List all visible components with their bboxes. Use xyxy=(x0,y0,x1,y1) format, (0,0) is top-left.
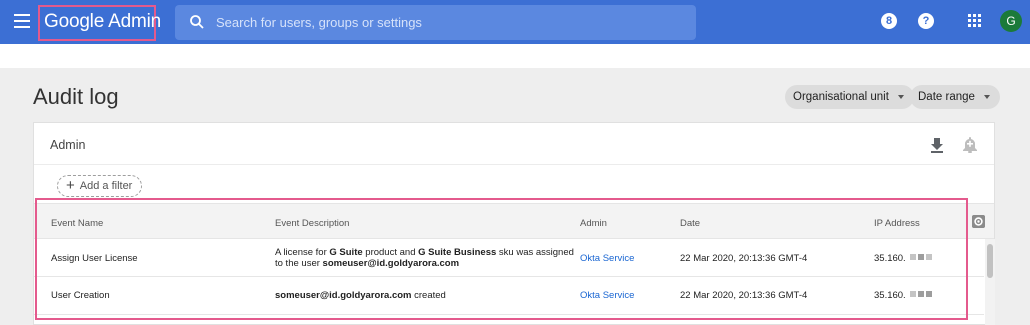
caret-down-icon xyxy=(897,94,904,99)
column-header-admin[interactable]: Admin xyxy=(580,218,607,229)
redaction-block xyxy=(926,254,933,260)
desc-bold-sku: G Suite Business xyxy=(418,247,497,258)
redaction-block xyxy=(910,254,917,260)
apps-grid-icon[interactable] xyxy=(968,14,982,28)
search-bar[interactable]: Search for users, groups or settings xyxy=(175,5,696,40)
date-cell: 22 Mar 2020, 20:13:36 GMT-4 xyxy=(680,253,808,264)
google-admin-logo[interactable]: Google Admin xyxy=(44,11,161,33)
table-header: Event Name Event Description Admin Date … xyxy=(34,203,994,239)
date-cell: 22 Mar 2020, 20:13:36 GMT-4 xyxy=(680,290,808,301)
desc-text: product and xyxy=(362,247,419,258)
search-icon xyxy=(190,15,204,29)
column-header-event-description[interactable]: Event Description xyxy=(275,218,349,229)
ip-address-text: 35.160. xyxy=(874,253,906,264)
download-icon[interactable] xyxy=(930,137,944,153)
alert-bell-icon[interactable] xyxy=(962,136,978,153)
organisational-unit-label: Organisational unit xyxy=(793,91,889,103)
add-filter-label: Add a filter xyxy=(79,180,133,192)
plus-icon: + xyxy=(66,177,75,194)
scrollbar-thumb[interactable] xyxy=(987,244,993,278)
date-range-label: Date range xyxy=(918,91,975,103)
card-title: Admin xyxy=(50,138,86,152)
desc-text: created xyxy=(411,290,446,301)
desc-text: A license for xyxy=(275,247,330,258)
ip-address-cell: 35.160. xyxy=(874,290,933,301)
redaction-block xyxy=(926,291,933,297)
redaction-block xyxy=(910,291,917,297)
search-input[interactable]: Search for users, groups or settings xyxy=(216,15,422,30)
event-name-cell: User Creation xyxy=(51,290,110,301)
desc-text: to the user xyxy=(275,258,323,269)
sub-header-strip xyxy=(0,44,1030,68)
audit-log-card: Admin + Add a filter Event Name Event Des… xyxy=(33,122,995,325)
help-icon[interactable]: ? xyxy=(918,13,934,29)
desc-bold-product: G Suite xyxy=(329,247,363,258)
account-avatar[interactable]: G xyxy=(1000,10,1022,32)
date-range-dropdown[interactable]: Date range xyxy=(910,85,1000,109)
desc-bold-user: someuser@id.goldyarora.com xyxy=(322,258,460,269)
hamburger-menu-icon[interactable] xyxy=(14,14,30,28)
column-header-event-name[interactable]: Event Name xyxy=(51,218,103,229)
event-description-cell: A license for G Suite product and G Suit… xyxy=(275,247,574,269)
notifications-icon[interactable]: 8 xyxy=(881,13,897,29)
desc-text: sku was assigned xyxy=(496,247,574,258)
admin-link[interactable]: Okta Service xyxy=(580,290,634,301)
event-name-cell: Assign User License xyxy=(51,253,138,264)
redaction-block xyxy=(918,254,925,260)
column-settings-gear-icon[interactable] xyxy=(972,215,985,228)
ip-address-text: 35.160. xyxy=(874,290,906,301)
ip-address-cell: 35.160. xyxy=(874,253,933,264)
event-description-cell: someuser@id.goldyarora.com created xyxy=(275,290,446,301)
logo-google-text: Google xyxy=(44,11,105,32)
admin-link[interactable]: Okta Service xyxy=(580,253,634,264)
add-filter-button[interactable]: + Add a filter xyxy=(57,175,143,197)
card-header: Admin xyxy=(34,123,994,165)
app-bar: Google Admin Search for users, groups or… xyxy=(0,0,1030,44)
logo-admin-text: Admin xyxy=(108,11,161,32)
column-header-ip-address[interactable]: IP Address xyxy=(874,218,920,229)
caret-down-icon xyxy=(983,94,990,99)
desc-bold-user: someuser@id.goldyarora.com xyxy=(275,290,412,301)
organisational-unit-dropdown[interactable]: Organisational unit xyxy=(785,85,914,109)
table-row[interactable]: User Creation someuser@id.goldyarora.com… xyxy=(34,278,984,315)
page-title: Audit log xyxy=(33,84,119,109)
column-header-date[interactable]: Date xyxy=(680,218,700,229)
redaction-block xyxy=(918,291,925,297)
table-row[interactable]: Assign User License A license for G Suit… xyxy=(34,240,984,277)
